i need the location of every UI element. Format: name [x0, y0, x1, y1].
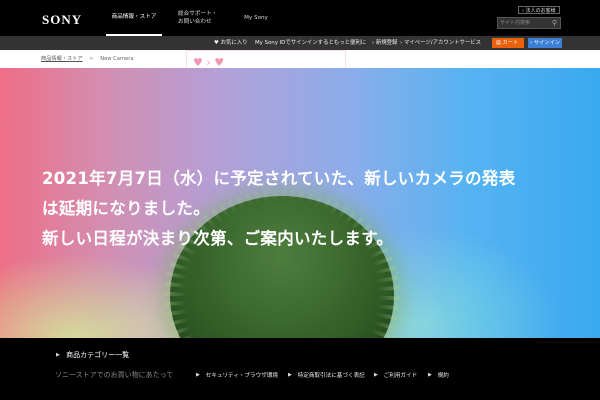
product-category-link[interactable]: ▶ 商品カテゴリー一覧: [56, 350, 129, 360]
chevron-right-icon: ›: [522, 8, 524, 14]
triangle-right-icon: ▶: [428, 372, 432, 378]
triangle-right-icon: ▶: [56, 352, 60, 358]
footer-link-guide-label: ご利用ガイド: [383, 373, 418, 379]
mysony-signin-message: My Sony IDでサインインするともっと便利に: [255, 36, 366, 50]
announcement-text: 2021年7月7日（水）に予定されていた、新しいカメラの発表 は延期になりました…: [42, 164, 562, 254]
announcement-line-3: 新しい日程が決まり次第、ご案内いたします。: [42, 229, 394, 248]
footer-link-security-label: セキュリティ・ブラウザ環境: [205, 373, 279, 379]
mypage-label: マイページ/アカウントサービス: [403, 40, 482, 46]
triangle-right-icon: ▶: [288, 372, 292, 378]
footer-link-security[interactable]: ▶ セキュリティ・ブラウザ環境: [196, 371, 278, 379]
favorites-link[interactable]: ♥ お気に入り: [214, 36, 248, 50]
chevron-right-icon: ›: [400, 40, 403, 46]
nav-products-store[interactable]: 商品情報・ストア: [106, 0, 162, 36]
corporate-link-label: 法人のお客様: [525, 8, 556, 14]
sony-logo[interactable]: SONY: [42, 12, 82, 28]
cart-label: カート: [502, 40, 519, 46]
nav-mysony-label: My Sony: [244, 15, 268, 21]
footer-link-terms-label: 規約: [437, 373, 449, 379]
global-header: SONY 商品情報・ストア 総合サポート・お問い合わせ My Sony › 法人…: [0, 0, 600, 36]
cart-icon: ▤: [496, 40, 501, 46]
heart-icon: ♥: [214, 40, 219, 46]
footer-link-guide[interactable]: ▶ ご利用ガイド: [374, 371, 417, 379]
nav-support[interactable]: 総合サポート・お問い合わせ: [178, 0, 218, 36]
utility-bar: ♥ お気に入り My Sony IDでサインインするともっと便利に › 新規登録…: [0, 36, 600, 56]
signin-label: サインイン: [533, 40, 560, 46]
footer-link-terms[interactable]: ▶ 規約: [428, 371, 449, 379]
announcement-line-2: は延期になりました。: [42, 199, 210, 218]
mysony-message-label: My Sony IDでサインインするともっと便利に: [255, 40, 367, 46]
search-input[interactable]: [500, 18, 548, 28]
register-label: 新規登録: [375, 40, 398, 46]
register-link[interactable]: › 新規登録: [372, 36, 397, 50]
mypage-link[interactable]: › マイページ/アカウントサービス: [400, 36, 481, 50]
search-box: ⚲: [497, 17, 561, 29]
hero-banner: 2021年7月7日（水）に予定されていた、新しいカメラの発表 は延期になりました…: [0, 68, 600, 338]
announcement-line-1: 2021年7月7日（水）に予定されていた、新しいカメラの発表: [42, 169, 516, 188]
chevron-right-icon: ›: [530, 40, 533, 46]
nav-support-label: 総合サポート・お問い合わせ: [178, 11, 218, 25]
signin-button[interactable]: › サインイン: [528, 38, 562, 48]
corporate-link[interactable]: › 法人のお客様: [518, 6, 560, 14]
triangle-right-icon: ▶: [196, 372, 200, 378]
search-icon[interactable]: ⚲: [552, 19, 557, 28]
breadcrumb-separator: >: [89, 56, 94, 62]
breadcrumb-products-store[interactable]: 商品情報・ストア: [41, 56, 83, 62]
chevron-right-icon: ›: [372, 40, 375, 46]
cart-button[interactable]: ▤ カート 0: [492, 38, 524, 56]
breadcrumb-current: New Camera: [100, 56, 134, 62]
triangle-right-icon: ▶: [374, 372, 378, 378]
nav-products-store-label: 商品情報・ストア: [111, 14, 157, 20]
favorites-label: お気に入り: [220, 40, 248, 46]
footer-link-commerce-law-label: 特定商取引法に基づく表記: [297, 373, 365, 379]
footer-link-commerce-law[interactable]: ▶ 特定商取引法に基づく表記: [288, 371, 365, 379]
nav-mysony[interactable]: My Sony: [236, 0, 276, 36]
shopping-guide-heading: ソニーストアでのお買い物にあたって: [55, 371, 174, 379]
product-category-label: 商品カテゴリー一覧: [66, 351, 130, 359]
footer: ▶ 商品カテゴリー一覧 ソニーストアでのお買い物にあたって ▶ セキュリティ・ブ…: [0, 338, 600, 400]
